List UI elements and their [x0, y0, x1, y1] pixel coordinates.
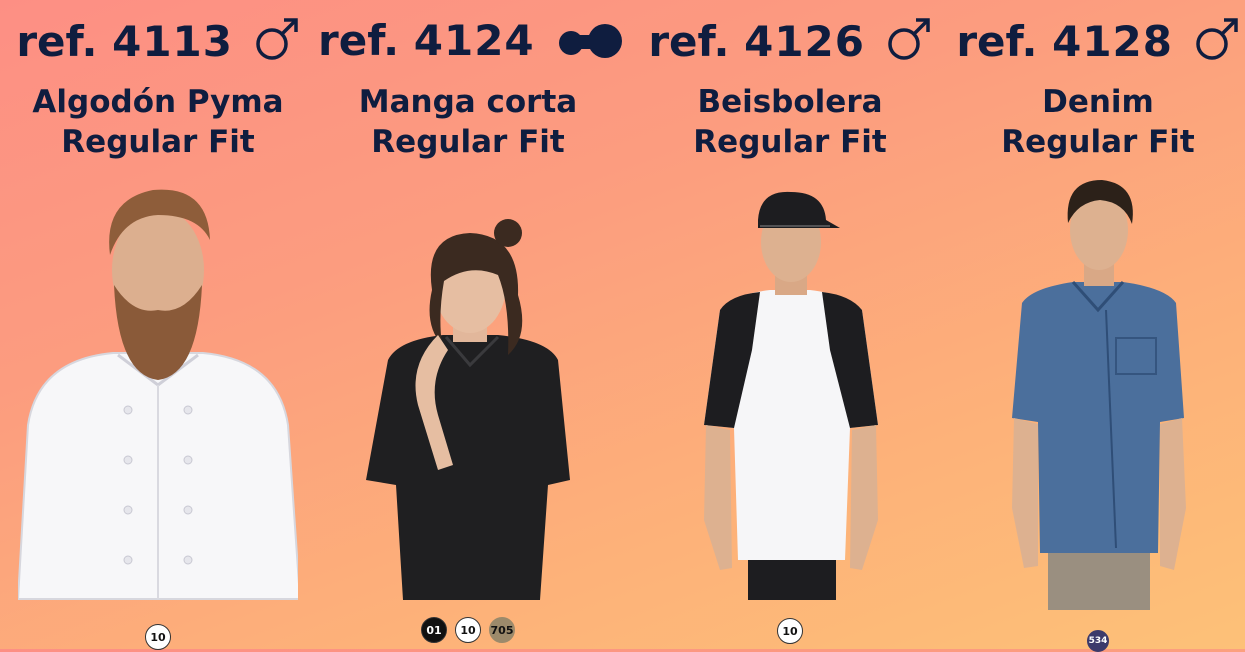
color-swatches: 01 10 705 — [318, 617, 618, 643]
product-name: Denim Regular Fit — [948, 82, 1245, 162]
color-swatch[interactable]: 10 — [145, 624, 171, 650]
product-ref: ref. 4128 — [948, 16, 1245, 72]
product-name: Manga corta Regular Fit — [318, 82, 618, 162]
male-icon — [1194, 16, 1240, 72]
ref-number: 4113 — [112, 17, 234, 66]
male-icon — [254, 16, 300, 72]
ref-prefix: ref. — [956, 17, 1038, 66]
color-swatch[interactable]: 10 — [777, 618, 803, 644]
ref-number: 4126 — [744, 17, 866, 66]
product-name-line1: Denim — [1042, 84, 1154, 120]
product-card-4126[interactable]: ref. 4126 Beisbolera Regular Fit 10 — [640, 0, 940, 649]
color-swatch[interactable]: 10 — [455, 617, 481, 643]
color-swatch[interactable]: 705 — [489, 617, 515, 643]
product-name-line1: Beisbolera — [697, 84, 883, 120]
model-denim-jacket-blue-image — [1012, 180, 1186, 610]
ref-prefix: ref. — [648, 17, 730, 66]
color-swatches: 10 — [8, 624, 308, 650]
product-ref: ref. 4126 — [640, 16, 940, 72]
model-chef-jacket-white-image — [18, 189, 298, 600]
product-fit: Regular Fit — [371, 124, 565, 160]
color-swatch[interactable]: 01 — [421, 617, 447, 643]
unisex-icon — [555, 21, 625, 71]
product-name-line1: Manga corta — [358, 84, 578, 120]
product-card-4124[interactable]: ref. 4124 Manga corta Regular Fit 01 10 … — [318, 0, 623, 649]
product-fit: Regular Fit — [1001, 124, 1195, 160]
product-fit: Regular Fit — [693, 124, 887, 160]
product-name-line1: Algodón Pyma — [32, 84, 284, 120]
product-name: Beisbolera Regular Fit — [640, 82, 940, 162]
ref-number: 4128 — [1052, 17, 1174, 66]
product-fit: Regular Fit — [61, 124, 255, 160]
product-card-4128[interactable]: ref. 4128 Denim Regular Fit 534 — [948, 0, 1245, 652]
color-swatches: 10 — [640, 618, 940, 644]
ref-number: 4124 — [413, 16, 535, 65]
product-ref: ref. 4113 — [8, 16, 308, 72]
product-card-4113[interactable]: ref. 4113 Algodón Pyma Regular Fit 10 — [8, 0, 308, 650]
product-name: Algodón Pyma Regular Fit — [8, 82, 308, 162]
ref-prefix: ref. — [318, 16, 400, 65]
model-baseball-jacket-white-image — [704, 191, 878, 600]
male-icon — [886, 16, 932, 72]
model-short-sleeve-black-image — [366, 219, 570, 600]
ref-prefix: ref. — [16, 17, 98, 66]
product-ref: ref. 4124 — [318, 16, 623, 71]
